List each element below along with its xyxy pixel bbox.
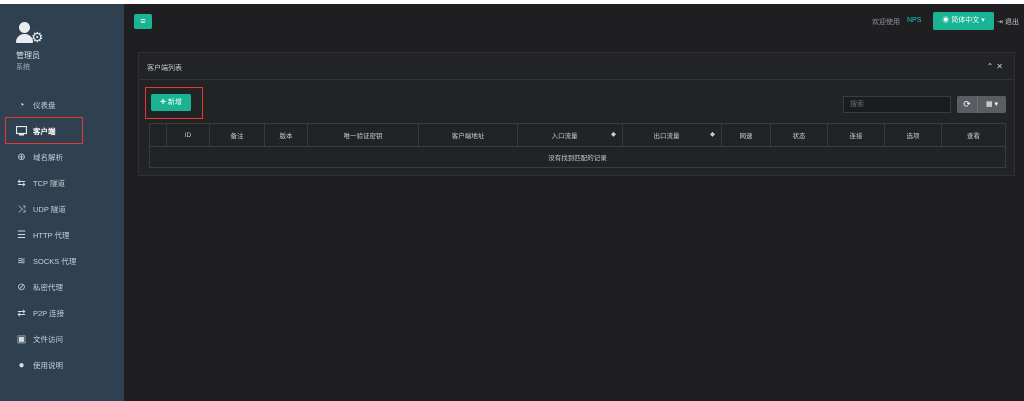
language-dropdown[interactable]: ◉ 简体中文 ▾ (933, 12, 994, 30)
sidebar-item-udp[interactable]: ⤨ UDP 隧道 (0, 196, 124, 222)
columns-icon: ▦ ▾ (985, 101, 999, 108)
list-icon: ☰ (17, 229, 26, 241)
sidebar-item-files[interactable]: ▣ 文件访问 (0, 326, 124, 352)
dashboard-icon: ◔ (18, 99, 25, 111)
sidebar-item-label: 仪表盘 (33, 100, 56, 110)
tcp-arrows-icon: ⇆ (17, 177, 26, 189)
profile-role: 系统 (16, 64, 30, 71)
client-table: ID 备注 版本 唯一验证密钥 客户端地址 入口流量 ◆ 出口流量 ◆ 网速 状态 … (149, 123, 1006, 168)
brand-link[interactable]: NPS (907, 17, 921, 24)
client-menu-highlight (5, 117, 83, 144)
sidebar-item-label: UDP 隧道 (33, 204, 66, 214)
collapse-icon[interactable]: ⌃ (987, 62, 997, 71)
sidebar: ⚙ 管理员 系统 ◔ 仪表盘 客户端 ⊕ 域名解析 ⇆ TCP 隧道 ⤨ UDP… (0, 4, 124, 401)
client-list-panel: 客户端列表 ⌃✕ + 新增 搜索 ⟳ ▦ ▾ ID 备注 版本 唯一验证密钥 客户… (138, 52, 1015, 176)
column-header-version[interactable]: 版本 (264, 123, 308, 147)
add-button-highlight (145, 87, 203, 119)
globe-icon: ⊕ (17, 151, 26, 163)
column-header-view[interactable]: 查看 (941, 123, 1006, 147)
sidebar-item-p2p[interactable]: ⇄ P2P 连接 (0, 300, 124, 326)
column-header-remark[interactable]: 备注 (209, 123, 265, 147)
sidebar-item-tcp[interactable]: ⇆ TCP 隧道 (0, 170, 124, 196)
table-header-row: ID 备注 版本 唯一验证密钥 客户端地址 入口流量 ◆ 出口流量 ◆ 网速 状态 … (149, 123, 1006, 147)
sort-icon[interactable]: ◆ (710, 130, 715, 138)
sidebar-item-label: TCP 隧道 (33, 178, 65, 188)
sidebar-item-dashboard[interactable]: ◔ 仪表盘 (0, 92, 124, 118)
logout-link[interactable]: ⇥ 退出 (997, 17, 1019, 27)
layers-icon: ≋ (17, 255, 26, 267)
sidebar-item-label: 使用说明 (33, 360, 63, 370)
sidebar-item-http[interactable]: ☰ HTTP 代理 (0, 222, 124, 248)
column-header-status[interactable]: 状态 (770, 123, 828, 147)
panel-header: 客户端列表 ⌃✕ (139, 53, 1014, 80)
column-header-in-flow[interactable]: 入口流量 ◆ (517, 123, 623, 147)
language-label: 简体中文 (951, 17, 980, 24)
lightbulb-icon: ● (18, 359, 25, 371)
sign-out-icon: ⇥ (997, 19, 1003, 26)
column-header-address[interactable]: 客户端地址 (418, 123, 518, 147)
menu-toggle-button[interactable]: ≡ (134, 14, 152, 29)
sidebar-item-label: 文件访问 (33, 334, 63, 344)
top-navbar: ≡ 欢迎使用 NPS ◉ 简体中文 ▾ ⇥ 退出 (124, 4, 1024, 39)
column-header-options[interactable]: 选项 (884, 123, 942, 147)
empty-message: 没有找到匹配的记录 (149, 146, 1006, 168)
column-header-out-flow[interactable]: 出口流量 ◆ (622, 123, 722, 147)
globe-icon: ◉ (942, 17, 950, 24)
user-profile[interactable]: ⚙ 管理员 系统 (16, 22, 44, 71)
sidebar-item-domain[interactable]: ⊕ 域名解析 (0, 144, 124, 170)
eye-slash-icon: ⊘ (17, 281, 26, 293)
columns-toggle-button[interactable]: ▦ ▾ (977, 96, 1006, 113)
table-row: 没有找到匹配的记录 (149, 146, 1006, 168)
caret-down-icon: ▾ (981, 17, 985, 24)
shuffle-icon: ⤨ (17, 203, 26, 215)
panel-tools: ⌃✕ (987, 62, 1006, 71)
hamburger-icon: ≡ (140, 16, 146, 26)
search-input[interactable]: 搜索 (843, 96, 951, 113)
sidebar-item-private[interactable]: ⊘ 私密代理 (0, 274, 124, 300)
sidebar-item-socks[interactable]: ≋ SOCKS 代理 (0, 248, 124, 274)
welcome-text: 欢迎使用 (872, 19, 900, 26)
sidebar-item-help[interactable]: ● 使用说明 (0, 352, 124, 378)
panel-title: 客户端列表 (147, 65, 182, 72)
refresh-button[interactable]: ⟳ (957, 96, 977, 113)
exchange-icon: ⇄ (17, 307, 26, 319)
user-gear-icon: ⚙ (16, 22, 44, 46)
app-window: ⚙ 管理员 系统 ◔ 仪表盘 客户端 ⊕ 域名解析 ⇆ TCP 隧道 ⤨ UDP… (0, 4, 1024, 401)
column-header-speed[interactable]: 网速 (721, 123, 771, 147)
briefcase-icon: ▣ (16, 333, 27, 345)
profile-name: 管理员 (16, 51, 40, 60)
logout-label: 退出 (1004, 19, 1019, 26)
sidebar-item-label: SOCKS 代理 (33, 256, 77, 266)
sort-icon[interactable]: ◆ (611, 130, 616, 138)
sidebar-item-label: P2P 连接 (33, 308, 65, 318)
refresh-icon: ⟳ (963, 99, 971, 109)
column-header-label: 入口流量 (551, 133, 578, 140)
column-header-connect[interactable]: 连接 (827, 123, 885, 147)
close-icon[interactable]: ✕ (996, 62, 1006, 71)
column-header-id[interactable]: ID (166, 123, 210, 147)
sidebar-item-label: HTTP 代理 (33, 230, 70, 240)
sidebar-item-label: 域名解析 (33, 152, 63, 162)
column-header-expand (149, 123, 167, 147)
column-header-label: 出口流量 (653, 133, 680, 140)
sidebar-item-label: 私密代理 (33, 282, 63, 292)
column-header-vkey[interactable]: 唯一验证密钥 (307, 123, 419, 147)
